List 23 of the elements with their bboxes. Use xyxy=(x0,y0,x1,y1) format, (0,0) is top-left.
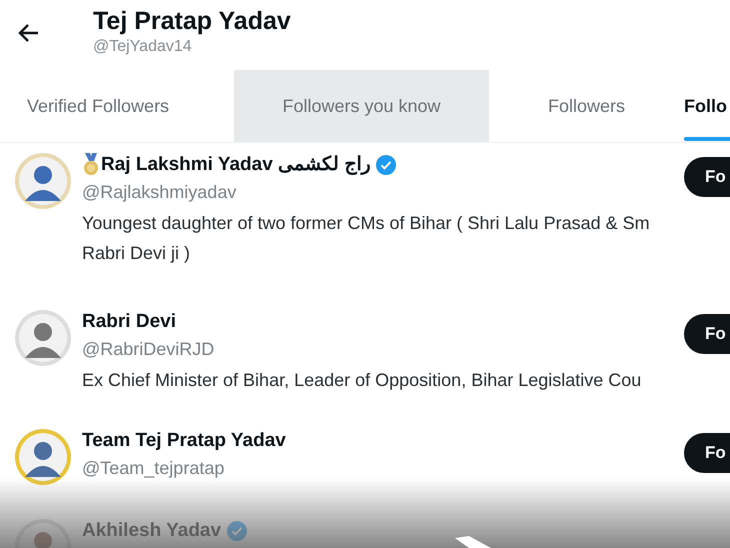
back-arrow-icon[interactable] xyxy=(18,23,40,43)
tab[interactable]: Followers you know xyxy=(234,70,489,142)
user-bio: Rabri Devi ji ) xyxy=(82,242,192,265)
user-handle: @Team_tejpratap xyxy=(82,457,226,480)
user-name[interactable]: Raj Lakshmi Yadav راج لکشمی xyxy=(101,150,370,180)
avatar[interactable] xyxy=(15,153,71,209)
user-handle: @Rajlakshmiyadav xyxy=(82,181,238,204)
follow-button[interactable]: Fo xyxy=(684,433,730,473)
profile-name: Tej Pratap Yadav xyxy=(93,6,291,36)
tab[interactable]: Verified Followers xyxy=(0,70,234,142)
tab[interactable]: Followers xyxy=(489,70,684,142)
tab[interactable]: Follo xyxy=(684,70,730,142)
avatar[interactable] xyxy=(15,310,71,366)
avatar[interactable] xyxy=(15,429,71,485)
arrow-icon xyxy=(455,536,491,548)
user-bio: Youngest daughter of two former CMs of Bihar ( Shri Lalu Prasad & Sm xyxy=(82,212,651,235)
user-handle: @RabriDeviRJD xyxy=(82,338,216,361)
follow-button[interactable]: Fo xyxy=(684,314,730,354)
user-name[interactable]: Team Tej Pratap Yadav xyxy=(82,426,286,456)
user-name[interactable]: Rabri Devi xyxy=(82,308,176,336)
user-bio: Ex Chief Minister of Bihar, Leader of Opposition, Bihar Legislative Cou xyxy=(82,369,642,392)
follow-button[interactable]: Fo xyxy=(684,157,730,197)
profile-handle: @TejYadav14 xyxy=(93,37,193,57)
